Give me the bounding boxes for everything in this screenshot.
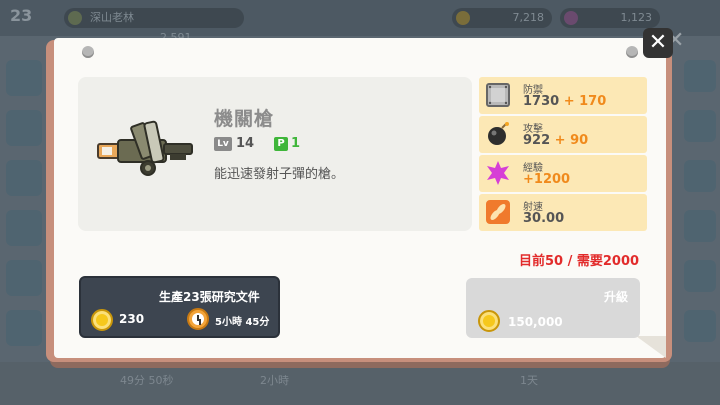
stat-value: 30.00 [523, 211, 565, 226]
coin-icon [478, 310, 500, 332]
stat-experience: 經驗 +1200 [479, 155, 647, 192]
item-power: 1 [291, 136, 301, 151]
research-progress: 目前50 / 需要2000 [519, 254, 640, 269]
background-bottom-bar: 49分 50秒 2小時 1天 [0, 362, 720, 405]
stat-attack: 攻擊 922 + 90 [479, 116, 647, 153]
produce-title: 生產23張研究文件 [159, 290, 260, 304]
produce-research-button[interactable]: 生產23張研究文件 230 5小時 45分 [79, 276, 280, 338]
pin-icon [82, 46, 94, 58]
timer-icon [187, 308, 209, 330]
close-button[interactable]: ✕ [643, 28, 673, 58]
power-badge: P [274, 137, 288, 151]
coin-icon [456, 11, 470, 25]
stat-value: +1200 [523, 172, 571, 187]
page-curl [636, 336, 666, 358]
stat-value: 1730 + 170 [523, 94, 607, 109]
upgrade-title: 升級 [603, 290, 628, 304]
background-right-menu [680, 40, 720, 370]
produce-cost: 230 [119, 312, 145, 326]
background-top-bar: 23 深山老林 2,591 7,218 1,123 [0, 0, 720, 44]
stat-defense: 防禦 1730 + 170 [479, 77, 647, 114]
background-gem-pill: 1,123 [560, 8, 660, 28]
machine-gun-icon [97, 120, 193, 176]
coin-icon [91, 309, 113, 331]
background-location-pill: 深山老林 2,591 [64, 8, 244, 44]
item-name: 機關槍 [214, 108, 275, 130]
stat-value: 922 + 90 [523, 133, 589, 148]
location-icon [68, 11, 82, 25]
upgrade-cost: 150,000 [508, 315, 563, 329]
level-badge: Lv [214, 137, 232, 151]
upgrade-button[interactable]: 升級 150,000 [466, 278, 640, 338]
produce-time: 5小時 45分 [215, 317, 270, 328]
star-icon [487, 161, 509, 185]
stat-fire-rate: 射速 30.00 [479, 194, 647, 231]
background-level: 23 [10, 6, 33, 25]
pin-icon [626, 46, 638, 58]
item-level: 14 [236, 136, 255, 151]
item-description: 能迅速發射子彈的槍。 [214, 167, 345, 182]
bomb-icon [488, 122, 509, 145]
bullet-icon [486, 200, 510, 224]
background-left-menu [0, 40, 46, 370]
gem-icon [564, 11, 578, 25]
background-coin-pill: 7,218 [452, 8, 552, 28]
armor-icon [486, 83, 510, 107]
